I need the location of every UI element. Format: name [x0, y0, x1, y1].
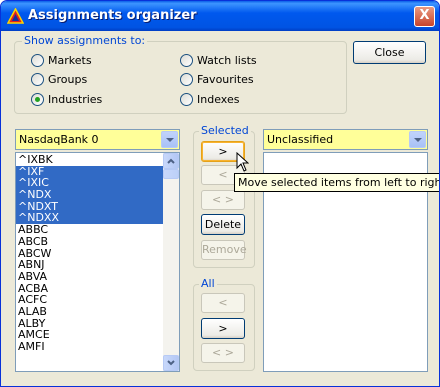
list-item[interactable]: ABVA	[16, 271, 164, 283]
chevron-down-icon[interactable]	[409, 131, 426, 148]
swap-all-button[interactable]: < >	[201, 343, 245, 363]
list-item[interactable]: ^NDX	[16, 189, 164, 201]
scroll-thumb[interactable]	[163, 169, 179, 179]
window-close-button[interactable]: X	[414, 6, 435, 27]
show-assignments-legend: Show assignments to:	[22, 34, 148, 47]
assignments-organizer-window: Assignments organizer X Show assignments…	[0, 0, 440, 387]
radio-groups[interactable]: Groups	[31, 73, 87, 86]
left-items-list[interactable]: ^IXBK ^IXF ^IXIC ^NDX ^NDXT ^NDXX ABBC ABCB ABCW…	[15, 152, 180, 372]
cursor-arrow-icon	[236, 152, 249, 172]
list-item[interactable]: AMFI	[16, 341, 164, 353]
list-item[interactable]: ABCB	[16, 236, 164, 248]
red-triangle-icon	[7, 8, 24, 24]
radio-favourites[interactable]: Favourites	[180, 73, 254, 86]
radio-circle	[31, 54, 44, 67]
radio-circle	[180, 93, 193, 106]
radio-circle	[180, 73, 193, 86]
radio-label: Watch lists	[197, 54, 257, 67]
move-all-right-button[interactable]: >	[201, 318, 245, 339]
list-item[interactable]: ^IXBK	[16, 154, 164, 166]
tooltip: Move selected items from left to right	[234, 173, 439, 192]
radio-label: Indexes	[197, 93, 240, 106]
radio-label: Markets	[48, 54, 92, 67]
window-title: Assignments organizer	[28, 8, 197, 23]
left-source-combo[interactable]: NasdaqBank 0	[15, 129, 180, 150]
left-combo-value: NasdaqBank 0	[19, 133, 99, 146]
all-legend: All	[199, 277, 217, 290]
radio-label: Industries	[48, 93, 103, 106]
move-all-left-button[interactable]: <	[201, 293, 245, 313]
radio-watch-lists[interactable]: Watch lists	[180, 54, 257, 67]
radio-indexes[interactable]: Indexes	[180, 93, 239, 106]
chevron-down-icon[interactable]	[161, 131, 178, 148]
delete-button[interactable]: Delete	[201, 214, 245, 235]
radio-markets[interactable]: Markets	[31, 54, 92, 67]
swap-selected-button[interactable]: < >	[201, 190, 245, 210]
radio-label: Favourites	[197, 73, 254, 86]
remove-button[interactable]: Remove	[201, 240, 247, 260]
radio-circle	[180, 54, 193, 67]
right-combo-value: Unclassified	[267, 133, 334, 146]
title-bar[interactable]: Assignments organizer X	[1, 1, 439, 31]
radio-circle	[31, 73, 44, 86]
close-button[interactable]: Close	[353, 41, 426, 64]
left-list-scrollbar[interactable]	[163, 153, 179, 371]
radio-circle-checked	[31, 93, 44, 106]
selected-legend: Selected	[199, 124, 251, 137]
radio-industries[interactable]: Industries	[31, 93, 102, 106]
list-item[interactable]: ALAB	[16, 306, 164, 318]
radio-label: Groups	[48, 73, 88, 86]
scroll-up-icon[interactable]	[163, 153, 179, 169]
scroll-down-icon[interactable]	[163, 355, 179, 371]
right-target-combo[interactable]: Unclassified	[263, 129, 428, 150]
